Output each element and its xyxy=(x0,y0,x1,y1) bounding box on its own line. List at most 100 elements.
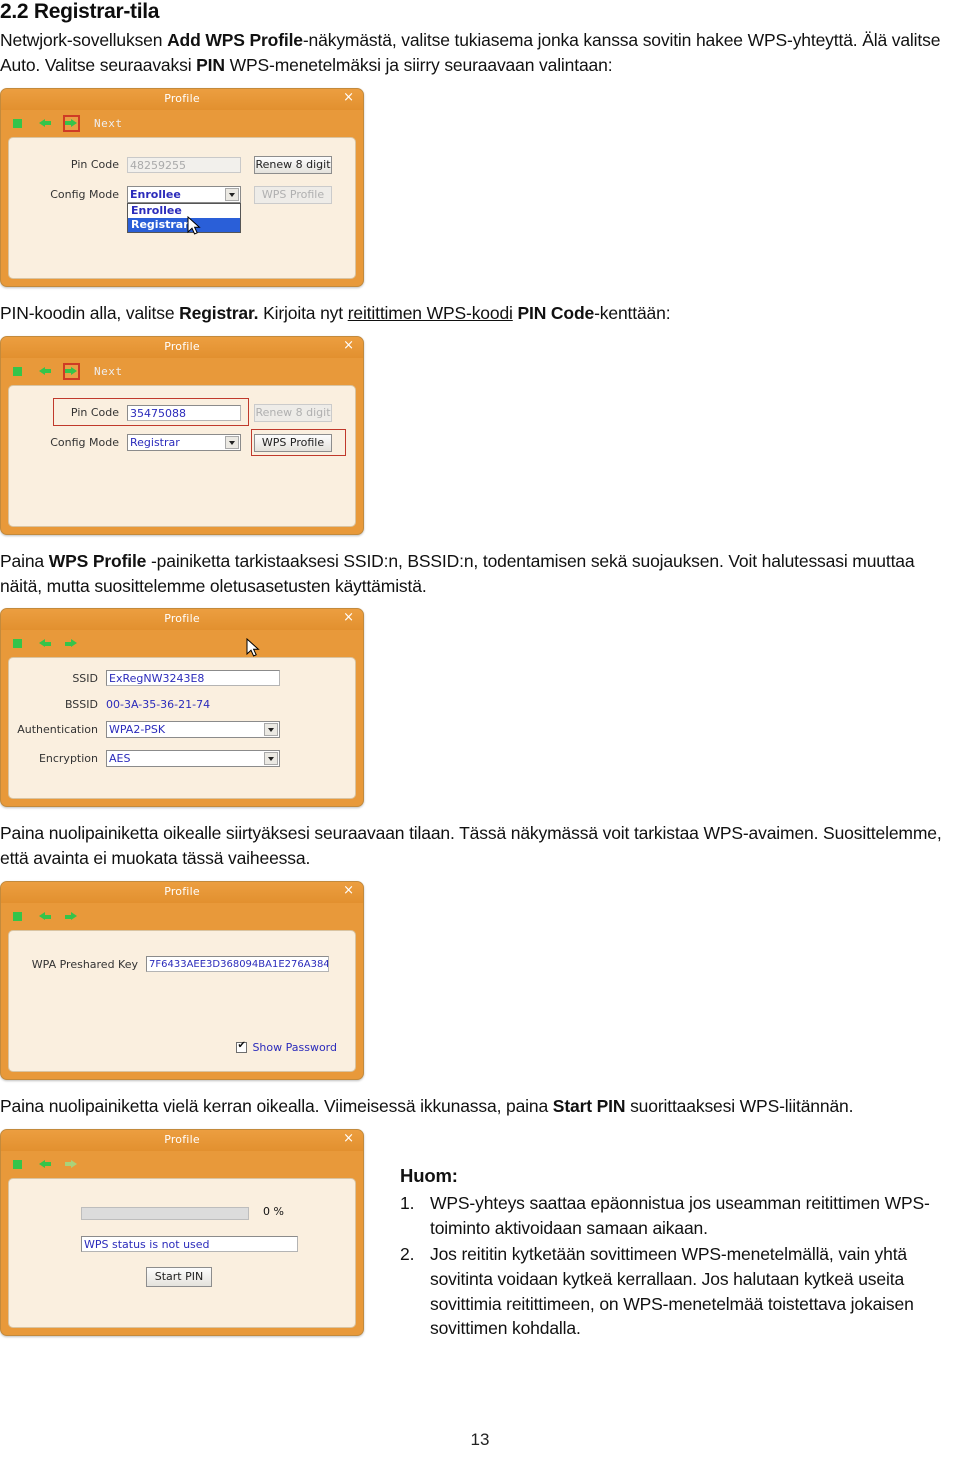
intro-text-3: WPS-menetelmäksi ja siirry seuraavaan va… xyxy=(224,54,613,75)
stop-square-icon[interactable] xyxy=(9,363,26,380)
chevron-down-icon[interactable] xyxy=(264,752,278,766)
p5-text-2: suorittaaksesi WPS-liitännän. xyxy=(625,1096,854,1117)
start-pin-button[interactable]: Start PIN xyxy=(146,1266,212,1287)
bssid-label: BSSID xyxy=(64,698,98,712)
dialog-title: Profile xyxy=(164,339,200,353)
back-arrow-icon[interactable] xyxy=(36,1156,53,1173)
wps-profile-button: WPS Profile xyxy=(254,185,332,204)
dialog-titlebar: Profile × xyxy=(1,88,363,110)
note-item: 2. Jos reititin kytketään sovittimeen WP… xyxy=(400,1242,960,1341)
config-mode-select[interactable]: Enrollee xyxy=(127,186,241,204)
wps-profile-button[interactable]: WPS Profile xyxy=(254,433,332,452)
pin-code-input[interactable]: 35475088 xyxy=(127,404,241,421)
dialog-navbar xyxy=(1,1150,363,1178)
profile-dialog-5[interactable]: Profile × 0 % WPS status is not used Sta… xyxy=(0,1128,364,1336)
wps-status-input[interactable]: WPS status is not used xyxy=(81,1235,298,1252)
p2-text-3: -kenttään: xyxy=(594,302,671,323)
next-arrow-icon[interactable] xyxy=(63,635,80,652)
profile-dialog-1[interactable]: Profile × Next Pin Code 48259255 Renew 8… xyxy=(0,87,364,287)
p2-bold-pin-code: PIN Code xyxy=(512,302,595,323)
close-icon[interactable]: × xyxy=(343,90,354,105)
dialog-body: 0 % WPS status is not used Start PIN xyxy=(8,1177,356,1328)
dialog-navbar: Next xyxy=(1,357,363,385)
dialog-title: Profile xyxy=(164,91,200,105)
back-arrow-icon[interactable] xyxy=(36,115,53,132)
config-mode-select[interactable]: Registrar xyxy=(127,434,241,452)
ssid-input[interactable]: ExRegNW3243E8 xyxy=(106,670,280,687)
paragraph-4: Paina nuolipainiketta oikealle siirtyäks… xyxy=(0,821,960,871)
dialog-navbar: Next xyxy=(1,109,363,137)
renew-8-digit-button: Renew 8 digit xyxy=(254,403,332,422)
close-icon[interactable]: × xyxy=(343,338,354,353)
intro-bold-pin: PIN xyxy=(196,54,225,75)
next-arrow-icon[interactable] xyxy=(63,362,80,380)
dropdown-option-registrar[interactable]: Registrar xyxy=(128,217,240,232)
final-row: Profile × 0 % WPS status is not used Sta… xyxy=(0,1128,960,1342)
next-arrow-icon[interactable] xyxy=(63,908,80,925)
dialog-body: WPA Preshared Key 7F6433AEE3D368094BA1E2… xyxy=(8,930,356,1073)
note-item: 1. WPS-yhteys saattaa epäonnistua jos us… xyxy=(400,1191,960,1241)
stop-square-icon[interactable] xyxy=(9,1156,26,1173)
paragraph-5: Paina nuolipainiketta vielä kerran oikea… xyxy=(0,1094,960,1119)
config-mode-value: Enrollee xyxy=(130,188,181,202)
p2-text-1: PIN-koodin alla, valitse xyxy=(0,302,180,323)
intro-bold-add-wps-profile: Add WPS Profile xyxy=(167,30,303,51)
p2-underline-router-wps-code: reitittimen WPS-koodi xyxy=(347,302,513,323)
p5-bold-start-pin: Start PIN xyxy=(552,1096,626,1117)
pin-code-label: Pin Code xyxy=(70,406,119,420)
page-title: 2.2 Registrar-tila xyxy=(0,0,160,23)
profile-dialog-4[interactable]: Profile × WPA Preshared Key 7F6433AEE3D3… xyxy=(0,881,364,1081)
close-icon[interactable]: × xyxy=(343,1131,354,1146)
chevron-down-icon[interactable] xyxy=(225,188,239,202)
stop-square-icon[interactable] xyxy=(9,115,26,132)
stop-square-icon[interactable] xyxy=(9,635,26,652)
wpa-preshared-key-label: WPA Preshared Key xyxy=(31,957,138,971)
renew-8-digit-button[interactable]: Renew 8 digit xyxy=(254,155,332,174)
ssid-label: SSID xyxy=(72,671,98,685)
show-password-checkbox[interactable] xyxy=(236,1040,248,1054)
profile-dialog-2[interactable]: Profile × Next Pin Code 35475088 Renew 8… xyxy=(0,335,364,535)
authentication-label: Authentication xyxy=(17,723,98,737)
config-mode-value: Registrar xyxy=(130,436,180,450)
close-icon[interactable]: × xyxy=(343,611,354,625)
dialog-body: SSID ExRegNW3243E8 BSSID 00-3A-35-36-21-… xyxy=(8,657,356,800)
dialog-navbar xyxy=(1,630,363,658)
authentication-select[interactable]: WPA2-PSK xyxy=(106,721,280,739)
config-mode-label: Config Mode xyxy=(50,188,119,202)
config-mode-dropdown[interactable]: Enrollee Registrar xyxy=(127,202,241,233)
wps-progress-bar xyxy=(81,1206,249,1220)
dialog-title: Profile xyxy=(164,612,200,626)
paragraph-3: Paina WPS Profile -painiketta tarkistaak… xyxy=(0,549,960,599)
close-icon[interactable]: × xyxy=(343,884,354,898)
p2-bold-registrar: Registrar. xyxy=(179,302,259,323)
back-arrow-icon[interactable] xyxy=(36,908,53,925)
dialog-navbar xyxy=(1,903,363,931)
progress-percent-label: 0 % xyxy=(263,1204,284,1218)
dialog-titlebar: Profile × xyxy=(1,1129,363,1151)
page-number: 13 xyxy=(470,1430,490,1449)
encryption-select[interactable]: AES xyxy=(106,750,280,768)
p3-bold-wps-profile: WPS Profile xyxy=(48,550,147,571)
show-password-label: Show Password xyxy=(252,1041,337,1055)
pin-code-label: Pin Code xyxy=(70,158,119,172)
next-label: Next xyxy=(94,116,123,130)
dialog-body: Pin Code 48259255 Renew 8 digit Config M… xyxy=(8,136,356,279)
mouse-cursor-icon xyxy=(246,638,260,658)
dialog-titlebar: Profile × xyxy=(1,336,363,358)
next-arrow-icon[interactable] xyxy=(63,114,80,132)
authentication-value: WPA2-PSK xyxy=(109,723,166,737)
next-arrow-icon[interactable] xyxy=(63,1156,80,1173)
dropdown-option-enrollee[interactable]: Enrollee xyxy=(128,204,240,218)
profile-dialog-3[interactable]: Profile × SSID ExRegNW3243E8 BSSID 00-3A… xyxy=(0,608,364,808)
stop-square-icon[interactable] xyxy=(9,908,26,925)
pin-code-input[interactable]: 48259255 xyxy=(127,156,241,173)
paragraph-2: PIN-koodin alla, valitse Registrar. Kirj… xyxy=(0,301,960,326)
next-label: Next xyxy=(94,364,123,378)
wpa-preshared-key-input[interactable]: 7F6433AEE3D368094BA1E276A38413782 xyxy=(146,956,329,973)
intro-text-1: Netwjork-sovelluksen xyxy=(0,30,168,51)
chevron-down-icon[interactable] xyxy=(225,436,239,450)
back-arrow-icon[interactable] xyxy=(36,635,53,652)
document-page: 2.2 Registrar-tila Netwjork-sovelluksen … xyxy=(0,0,960,1468)
chevron-down-icon[interactable] xyxy=(264,723,278,737)
back-arrow-icon[interactable] xyxy=(36,363,53,380)
